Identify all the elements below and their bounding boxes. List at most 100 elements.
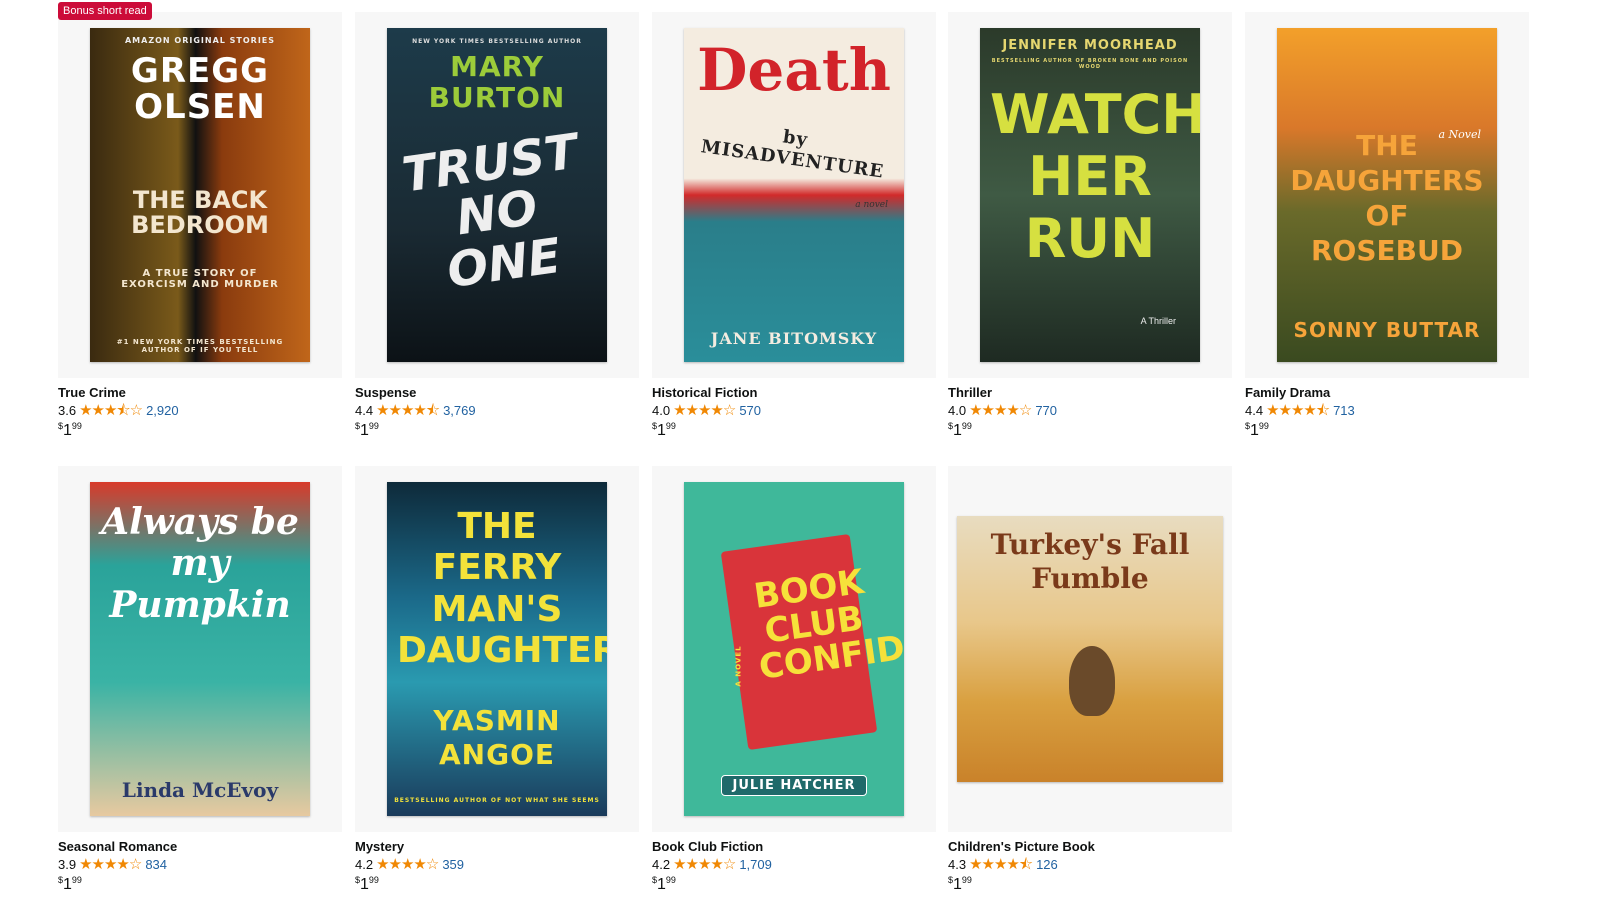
cover-title: Turkey's Fall Fumble bbox=[990, 528, 1190, 595]
cover-author: SONNY BUTTAR bbox=[1293, 318, 1481, 342]
book-cover[interactable]: AMAZON ORIGINAL STORIES GREGG OLSEN THE … bbox=[90, 28, 310, 362]
price-fraction: 99 bbox=[368, 421, 379, 431]
price: $199 bbox=[652, 420, 936, 443]
book-cover-frame[interactable]: Death by MISADVENTURE a novel JANE BITOM… bbox=[652, 12, 936, 378]
review-count-link[interactable]: 359 bbox=[442, 856, 464, 874]
book-card[interactable]: a Novel THE DAUGHTERS OF ROSEBUD SONNY B… bbox=[1245, 12, 1529, 443]
price: $199 bbox=[58, 420, 342, 443]
star-rating-icon[interactable]: ★★★⯪☆ bbox=[79, 402, 143, 420]
book-card[interactable]: Bonus short read AMAZON ORIGINAL STORIES… bbox=[58, 2, 342, 443]
rating-row: 4.4 ★★★★⯪ 713 bbox=[1245, 402, 1529, 420]
book-cover[interactable]: THE FERRY MAN'S DAUGHTER YASMIN ANGOE BE… bbox=[387, 482, 607, 816]
cover-thriller-tag: A Thriller bbox=[1140, 316, 1176, 326]
book-cover-frame[interactable]: Always be my Pumpkin Linda McEvoy bbox=[58, 466, 342, 832]
book-cover-frame[interactable]: Turkey's Fall Fumble bbox=[948, 466, 1232, 832]
bonus-short-read-badge: Bonus short read bbox=[58, 2, 152, 20]
book-card[interactable]: Turkey's Fall Fumble Children's Picture … bbox=[948, 466, 1232, 897]
review-count-link[interactable]: 834 bbox=[145, 856, 167, 874]
cover-title: THE FERRY MAN'S DAUGHTER bbox=[397, 506, 607, 672]
book-cover[interactable]: NEW YORK TIMES BESTSELLING AUTHOR MARY B… bbox=[387, 28, 607, 362]
book-cover-frame[interactable]: BOOK CLUB CONFIDENTIAL A NOVEL JULIE HAT… bbox=[652, 466, 936, 832]
book-card[interactable]: Death by MISADVENTURE a novel JANE BITOM… bbox=[652, 12, 936, 443]
book-genre[interactable]: Family Drama bbox=[1245, 384, 1529, 402]
cover-series: AMAZON ORIGINAL STORIES bbox=[124, 36, 276, 45]
book-genre[interactable]: True Crime bbox=[58, 384, 342, 402]
review-count-link[interactable]: 3,769 bbox=[443, 402, 476, 420]
cover-author: JANE BITOMSKY bbox=[710, 329, 878, 348]
price-symbol: $ bbox=[948, 421, 954, 431]
price-symbol: $ bbox=[355, 875, 361, 885]
price-symbol: $ bbox=[58, 421, 64, 431]
rating-value: 4.2 bbox=[355, 857, 374, 872]
rating-row: 4.2 ★★★★☆ 1,709 bbox=[652, 856, 936, 874]
cover-author: JULIE HATCHER bbox=[721, 775, 867, 796]
price-fraction: 99 bbox=[71, 421, 82, 431]
book-genre[interactable]: Suspense bbox=[355, 384, 639, 402]
rating-row: 4.4 ★★★★⯪ 3,769 bbox=[355, 402, 639, 420]
review-count-link[interactable]: 1,709 bbox=[739, 856, 772, 874]
price-fraction: 99 bbox=[71, 875, 82, 885]
book-grid: Bonus short read AMAZON ORIGINAL STORIES… bbox=[0, 0, 1600, 900]
price-symbol: $ bbox=[652, 875, 658, 885]
star-rating-icon[interactable]: ★★★★⯪ bbox=[376, 402, 440, 420]
price-whole: 1 bbox=[63, 422, 72, 439]
cover-title: THE BACK BEDROOM bbox=[131, 186, 269, 240]
book-cover-frame[interactable]: Bonus short read AMAZON ORIGINAL STORIES… bbox=[58, 2, 342, 378]
rating-row: 3.6 ★★★⯪☆ 2,920 bbox=[58, 402, 342, 420]
book-genre[interactable]: Seasonal Romance bbox=[58, 838, 342, 856]
cover-author: YASMIN ANGOE bbox=[433, 704, 561, 771]
price: $199 bbox=[652, 874, 936, 897]
price-symbol: $ bbox=[1245, 421, 1251, 431]
book-genre[interactable]: Book Club Fiction bbox=[652, 838, 936, 856]
cover-author: MARY BURTON bbox=[428, 50, 566, 114]
book-cover[interactable]: Always be my Pumpkin Linda McEvoy bbox=[90, 482, 310, 816]
book-genre[interactable]: Children's Picture Book bbox=[948, 838, 1232, 856]
rating-row: 4.2 ★★★★☆ 359 bbox=[355, 856, 639, 874]
book-genre[interactable]: Thriller bbox=[948, 384, 1232, 402]
price-whole: 1 bbox=[360, 876, 369, 893]
book-card[interactable]: THE FERRY MAN'S DAUGHTER YASMIN ANGOE BE… bbox=[355, 466, 639, 897]
cover-author: JENNIFER MOORHEAD bbox=[1002, 38, 1178, 53]
book-genre[interactable]: Historical Fiction bbox=[652, 384, 936, 402]
star-rating-icon[interactable]: ★★★★☆ bbox=[376, 856, 439, 874]
star-rating-icon[interactable]: ★★★★☆ bbox=[673, 856, 736, 874]
price-fraction: 99 bbox=[961, 421, 972, 431]
book-cover[interactable]: Turkey's Fall Fumble bbox=[957, 516, 1223, 782]
price: $199 bbox=[948, 420, 1232, 443]
book-genre[interactable]: Mystery bbox=[355, 838, 639, 856]
star-rating-icon[interactable]: ★★★★☆ bbox=[79, 856, 142, 874]
book-cover[interactable]: a Novel THE DAUGHTERS OF ROSEBUD SONNY B… bbox=[1277, 28, 1497, 362]
star-rating-icon[interactable]: ★★★★⯪ bbox=[1266, 402, 1330, 420]
rating-row: 4.3 ★★★★⯪ 126 bbox=[948, 856, 1232, 874]
cover-title: WATCH HER RUN bbox=[990, 83, 1200, 271]
cover-series: BESTSELLING AUTHOR OF BROKEN BONE AND PO… bbox=[991, 58, 1189, 70]
book-cover-frame[interactable]: JENNIFER MOORHEAD BESTSELLING AUTHOR OF … bbox=[948, 12, 1232, 378]
price-fraction: 99 bbox=[665, 875, 676, 885]
price-whole: 1 bbox=[953, 422, 962, 439]
book-cover-frame[interactable]: NEW YORK TIMES BESTSELLING AUTHOR MARY B… bbox=[355, 12, 639, 378]
review-count-link[interactable]: 770 bbox=[1035, 402, 1057, 420]
book-card[interactable]: JENNIFER MOORHEAD BESTSELLING AUTHOR OF … bbox=[948, 12, 1232, 443]
book-cover-frame[interactable]: THE FERRY MAN'S DAUGHTER YASMIN ANGOE BE… bbox=[355, 466, 639, 832]
star-rating-icon[interactable]: ★★★★☆ bbox=[969, 402, 1032, 420]
book-cover[interactable]: BOOK CLUB CONFIDENTIAL A NOVEL JULIE HAT… bbox=[684, 482, 904, 816]
rating-value: 4.3 bbox=[948, 857, 967, 872]
rating-row: 4.0 ★★★★☆ 770 bbox=[948, 402, 1232, 420]
review-count-link[interactable]: 570 bbox=[739, 402, 761, 420]
price: $199 bbox=[355, 420, 639, 443]
cover-title: BOOK CLUB CONFIDENTIAL bbox=[751, 561, 904, 689]
review-count-link[interactable]: 2,920 bbox=[146, 402, 179, 420]
book-cover[interactable]: JENNIFER MOORHEAD BESTSELLING AUTHOR OF … bbox=[980, 28, 1200, 362]
price: $199 bbox=[355, 874, 639, 897]
book-card[interactable]: Always be my Pumpkin Linda McEvoy Season… bbox=[58, 466, 342, 897]
review-count-link[interactable]: 713 bbox=[1333, 402, 1355, 420]
review-count-link[interactable]: 126 bbox=[1036, 856, 1058, 874]
price-symbol: $ bbox=[652, 421, 658, 431]
star-rating-icon[interactable]: ★★★★⯪ bbox=[969, 856, 1033, 874]
book-card[interactable]: NEW YORK TIMES BESTSELLING AUTHOR MARY B… bbox=[355, 12, 639, 443]
book-card[interactable]: BOOK CLUB CONFIDENTIAL A NOVEL JULIE HAT… bbox=[652, 466, 936, 897]
price: $199 bbox=[1245, 420, 1529, 443]
book-cover-frame[interactable]: a Novel THE DAUGHTERS OF ROSEBUD SONNY B… bbox=[1245, 12, 1529, 378]
star-rating-icon[interactable]: ★★★★☆ bbox=[673, 402, 736, 420]
book-cover[interactable]: Death by MISADVENTURE a novel JANE BITOM… bbox=[684, 28, 904, 362]
